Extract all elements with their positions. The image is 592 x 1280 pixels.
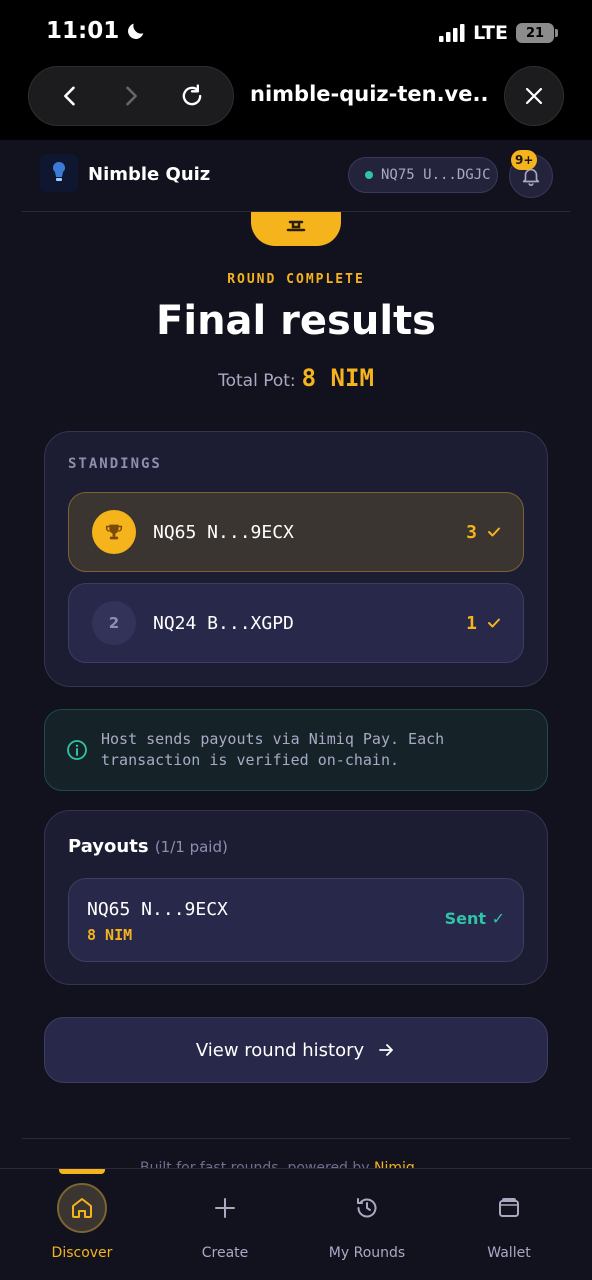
reload-icon [182, 84, 202, 106]
chevron-right-icon [126, 86, 137, 106]
nav-icon-container [200, 1183, 250, 1233]
arrow-right-icon [379, 1044, 394, 1056]
rank-badge-first [92, 510, 136, 554]
standing-row: NQ65 N...9ECX 3 [68, 492, 524, 572]
check-icon [488, 527, 500, 537]
nav-item-create[interactable]: Create [165, 1183, 285, 1261]
nav-icon-container [342, 1183, 392, 1233]
view-round-history-button[interactable]: View round history [44, 1017, 548, 1083]
bottom-nav: Discover Create My Rounds Wallet [0, 1168, 592, 1280]
wallet-address-chip[interactable]: NQ75 U...DGJC [348, 157, 498, 193]
notification-badge: 9+ [511, 150, 538, 170]
nav-icon-container [484, 1183, 534, 1233]
player-score: 3 [466, 522, 501, 543]
info-icon [67, 740, 87, 760]
status-bar: 11:01 LTE 21 nimble-quiz-ten.ve... [0, 0, 592, 140]
close-tab-button[interactable] [504, 66, 564, 126]
result-trophy-badge [251, 212, 341, 246]
player-name: NQ65 N...9ECX [153, 521, 294, 543]
payouts-count: (1/1 paid) [154, 838, 228, 856]
moon-icon [128, 23, 144, 39]
trophy-icon [286, 220, 306, 232]
status-indicators: LTE 21 [439, 22, 558, 44]
battery-icon: 21 [516, 23, 558, 43]
active-tab-indicator [59, 1169, 105, 1174]
standings-heading: STANDINGS [68, 456, 162, 472]
player-name: NQ24 B...XGPD [153, 612, 294, 634]
plus-icon [215, 1198, 235, 1218]
nav-icon-container [57, 1183, 107, 1233]
round-status-eyebrow: ROUND COMPLETE [227, 272, 365, 287]
info-text: Host sends payouts via Nimiq Pay. Each t… [101, 730, 445, 769]
network-label: LTE [473, 22, 508, 44]
nav-label: Create [201, 1245, 249, 1261]
app-name: Nimble Quiz [88, 164, 211, 185]
check-icon [488, 618, 500, 628]
browser-nav-controls [28, 66, 234, 126]
app-logo[interactable] [40, 154, 78, 192]
reload-button[interactable] [172, 76, 212, 116]
trophy-icon [105, 524, 123, 540]
payout-info-notice: Host sends payouts via Nimiq Pay. Each t… [44, 709, 548, 791]
chevron-left-icon [63, 86, 75, 106]
wallet-address: NQ75 U...DGJC [381, 167, 491, 183]
nav-item-my-rounds[interactable]: My Rounds [307, 1183, 427, 1261]
total-pot: Total Pot: 8 NIM [0, 364, 592, 392]
payouts-title: Payouts (1/1 paid) [68, 836, 228, 857]
url-bar[interactable]: nimble-quiz-ten.ve... [250, 82, 490, 106]
connected-dot-icon [365, 171, 373, 179]
quiz-logo-icon [53, 162, 65, 181]
payouts-title-text: Payouts [68, 836, 149, 857]
signal-icon [439, 24, 465, 42]
nav-item-wallet[interactable]: Wallet [449, 1183, 569, 1261]
close-icon [525, 87, 543, 105]
app-header: Nimble Quiz NQ75 U...DGJC [22, 140, 570, 212]
back-button[interactable] [50, 76, 90, 116]
history-button-label: View round history [195, 1039, 365, 1061]
player-score: 1 [466, 613, 501, 634]
history-icon [357, 1198, 377, 1218]
home-icon [72, 1198, 92, 1218]
nav-label: Wallet [487, 1245, 531, 1261]
rank-badge: 2 [92, 601, 136, 645]
nav-item-discover[interactable]: Discover [22, 1183, 142, 1261]
total-pot-value: 8 NIM [301, 364, 374, 392]
status-time-text: 11:01 [46, 18, 120, 44]
payout-status: Sent ✓ [444, 909, 505, 928]
payout-recipient: NQ65 N...9ECX [87, 899, 228, 920]
total-pot-label: Total Pot: [218, 371, 296, 391]
score-value: 1 [466, 612, 477, 634]
nav-label: My Rounds [328, 1245, 406, 1261]
nav-label: Discover [51, 1245, 113, 1261]
forward-button[interactable] [111, 76, 151, 116]
page-title: Final results [156, 298, 436, 344]
payout-row: NQ65 N...9ECX 8 NIM Sent ✓ [68, 878, 524, 962]
score-value: 3 [466, 521, 477, 543]
payout-amount: 8 NIM [87, 926, 133, 944]
payouts-card: Payouts (1/1 paid) NQ65 N...9ECX 8 NIM S… [44, 810, 548, 985]
footer-divider [22, 1138, 570, 1139]
battery-level: 21 [525, 25, 545, 41]
standing-row: 2 NQ24 B...XGPD 1 [68, 583, 524, 663]
status-time: 11:01 [46, 18, 147, 44]
standings-card: STANDINGS NQ65 N...9ECX 3 2 NQ24 B...XGP… [44, 431, 548, 687]
wallet-icon [499, 1198, 519, 1217]
